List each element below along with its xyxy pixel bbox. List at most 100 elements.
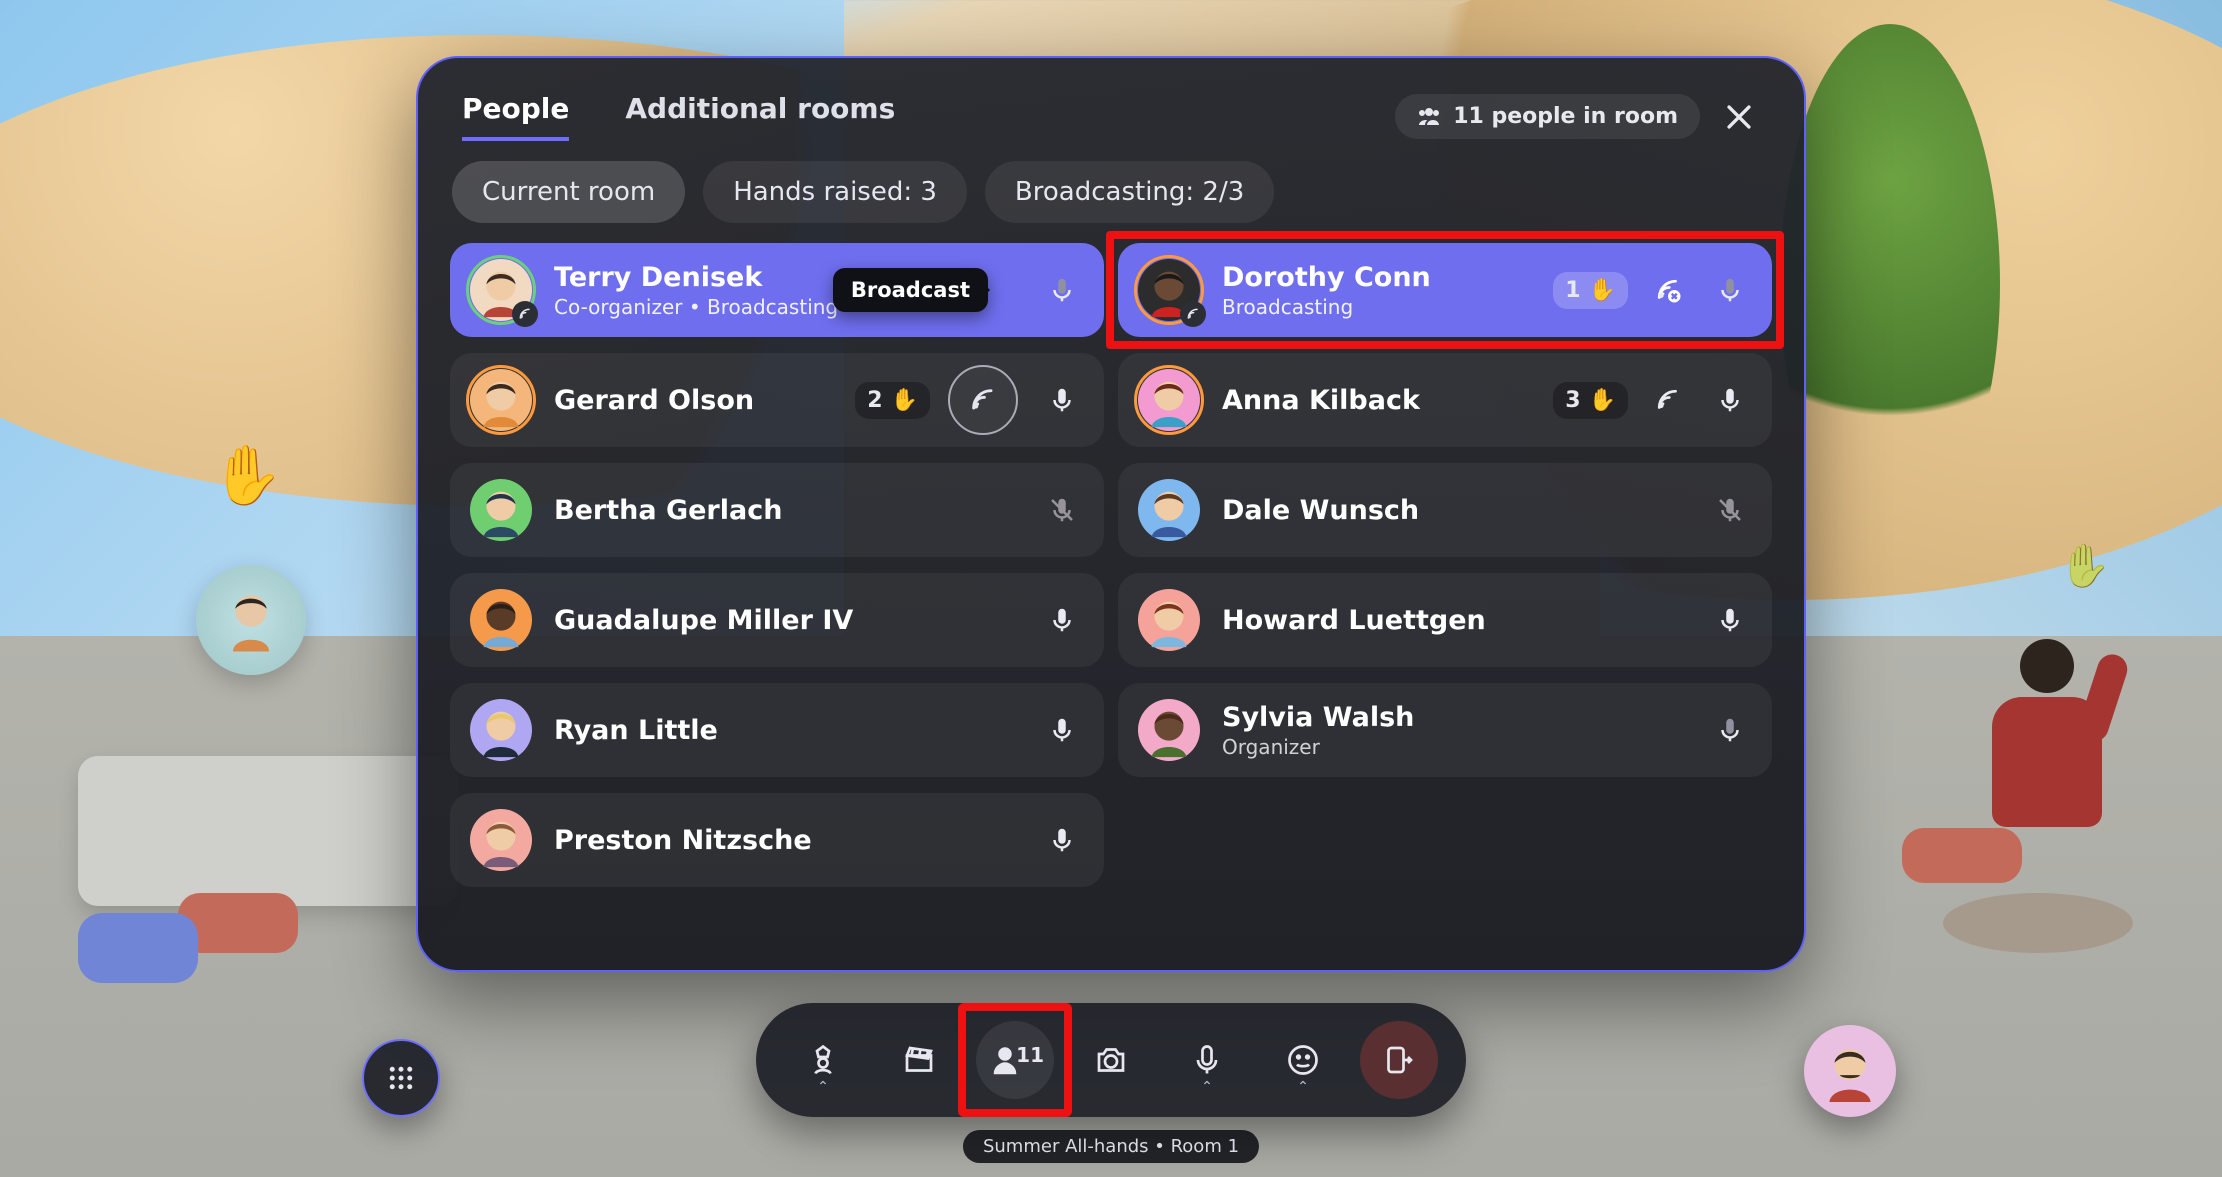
camera-button[interactable] xyxy=(1072,1021,1150,1099)
participant-actions xyxy=(1708,708,1752,752)
participant-actions xyxy=(1040,598,1084,642)
people-button[interactable]: 11 xyxy=(976,1021,1054,1099)
clapperboard-icon xyxy=(901,1042,937,1078)
participant-name: Anna Kilback xyxy=(1222,385,1420,416)
participant-actions xyxy=(1040,488,1084,532)
avatar xyxy=(1138,589,1200,651)
participant-subtitle: Broadcasting xyxy=(1222,295,1431,319)
participant-name: Terry Denisek xyxy=(554,262,838,293)
broadcast-icon[interactable] xyxy=(1646,378,1690,422)
participant-name: Sylvia Walsh xyxy=(1222,702,1414,733)
avatar xyxy=(470,479,532,541)
people-count-pill[interactable]: 11 people in room xyxy=(1395,94,1700,139)
tab-additional-rooms[interactable]: Additional rooms xyxy=(625,92,895,141)
participant-card[interactable]: Bertha Gerlach xyxy=(450,463,1104,557)
grid-icon xyxy=(386,1063,416,1093)
close-icon xyxy=(1722,100,1756,134)
participant-info: Dorothy Conn Broadcasting xyxy=(1222,262,1431,319)
participant-actions xyxy=(1040,708,1084,752)
participant-card[interactable]: Ryan Little xyxy=(450,683,1104,777)
participant-info: Preston Nitzsche xyxy=(554,825,812,856)
mic-icon[interactable] xyxy=(1040,268,1084,312)
participant-info: Gerard Olson xyxy=(554,385,754,416)
mic-icon xyxy=(1189,1042,1225,1078)
participant-info: Sylvia Walsh Organizer xyxy=(1222,702,1414,759)
participant-info: Guadalupe Miller IV xyxy=(554,605,853,636)
participant-name: Dale Wunsch xyxy=(1222,495,1419,526)
filter-chip[interactable]: Broadcasting: 2/3 xyxy=(985,161,1274,223)
filter-chip[interactable]: Current room xyxy=(452,161,685,223)
participant-name: Dorothy Conn xyxy=(1222,262,1431,293)
leave-button[interactable] xyxy=(1360,1021,1438,1099)
avatar xyxy=(1138,699,1200,761)
mic-icon[interactable] xyxy=(1040,818,1084,862)
participant-actions: 2✋ xyxy=(855,365,1084,435)
participant-actions: 1✋ xyxy=(1553,268,1752,312)
participant-card[interactable]: Howard Luettgen xyxy=(1118,573,1772,667)
participant-name: Ryan Little xyxy=(554,715,718,746)
chevron-up-icon: ⌃ xyxy=(1297,1079,1309,1095)
mic-icon[interactable] xyxy=(1708,708,1752,752)
avatar xyxy=(470,699,532,761)
avatar xyxy=(470,369,532,431)
mic-icon[interactable] xyxy=(1040,708,1084,752)
mic-icon[interactable] xyxy=(1708,598,1752,642)
participant-actions xyxy=(1040,818,1084,862)
participants-grid: Terry Denisek Co-organizer • Broadcastin… xyxy=(444,243,1778,887)
self-avatar-button[interactable] xyxy=(1804,1025,1896,1117)
profile-icon xyxy=(805,1042,841,1078)
filter-chip[interactable]: Hands raised: 3 xyxy=(703,161,967,223)
broadcast-stop-icon[interactable] xyxy=(1646,268,1690,312)
participant-card[interactable]: Anna Kilback 3✋ xyxy=(1118,353,1772,447)
avatar-icon xyxy=(1817,1038,1883,1104)
apps-button[interactable] xyxy=(362,1039,440,1117)
avatar xyxy=(470,589,532,651)
people-icon xyxy=(1417,105,1441,129)
clapperboard-button[interactable] xyxy=(880,1021,958,1099)
avatar xyxy=(1138,369,1200,431)
hand-order-pill: 3✋ xyxy=(1553,382,1628,419)
participant-subtitle: Organizer xyxy=(1222,735,1414,759)
participant-name: Howard Luettgen xyxy=(1222,605,1486,636)
panel-tabs: People Additional rooms xyxy=(462,92,895,141)
reactions-button[interactable]: ⌃ xyxy=(1264,1021,1342,1099)
camera-icon xyxy=(1093,1042,1129,1078)
people-button-count: 11 xyxy=(1016,1043,1044,1067)
participant-info: Howard Luettgen xyxy=(1222,605,1486,636)
remote-avatar-bubble[interactable] xyxy=(196,565,306,675)
smile-icon xyxy=(1285,1042,1321,1078)
mic-muted-icon[interactable] xyxy=(1040,488,1084,532)
tab-people[interactable]: People xyxy=(462,92,569,141)
participant-card[interactable]: Terry Denisek Co-organizer • Broadcastin… xyxy=(450,243,1104,337)
broadcast-tooltip: Broadcast xyxy=(833,268,988,312)
panel-header: People Additional rooms 11 people in roo… xyxy=(444,92,1778,141)
mic-icon[interactable] xyxy=(1708,378,1752,422)
room-name-pill: Summer All-hands • Room 1 xyxy=(963,1130,1259,1163)
participant-card[interactable]: Dale Wunsch xyxy=(1118,463,1772,557)
remote-avatar-standing xyxy=(1972,639,2122,859)
participant-actions: 3✋ xyxy=(1553,378,1752,422)
mic-icon[interactable] xyxy=(1040,598,1084,642)
participant-card[interactable]: Preston Nitzsche xyxy=(450,793,1104,887)
participant-card[interactable]: Guadalupe Miller IV xyxy=(450,573,1104,667)
participant-name: Bertha Gerlach xyxy=(554,495,782,526)
avatar xyxy=(470,259,532,321)
raised-hand-icon: ✋ xyxy=(2059,541,2111,591)
people-count-label: 11 people in room xyxy=(1453,104,1678,129)
participant-card[interactable]: Gerard Olson 2✋ xyxy=(450,353,1104,447)
leave-icon xyxy=(1381,1042,1417,1078)
participant-name: Guadalupe Miller IV xyxy=(554,605,853,636)
mic-icon[interactable] xyxy=(1040,378,1084,422)
people-panel: People Additional rooms 11 people in roo… xyxy=(416,56,1806,972)
participant-info: Ryan Little xyxy=(554,715,718,746)
mic-icon[interactable] xyxy=(1708,268,1752,312)
mic-muted-icon[interactable] xyxy=(1708,488,1752,532)
profile-button[interactable]: ⌃ xyxy=(784,1021,862,1099)
broadcast-toggle[interactable] xyxy=(948,365,1018,435)
participant-card[interactable]: Dorothy Conn Broadcasting 1✋ xyxy=(1118,243,1772,337)
mic-button[interactable]: ⌃ xyxy=(1168,1021,1246,1099)
participant-info: Terry Denisek Co-organizer • Broadcastin… xyxy=(554,262,838,319)
raised-hand-icon: ✋ xyxy=(211,441,283,510)
participant-card[interactable]: Sylvia Walsh Organizer xyxy=(1118,683,1772,777)
close-button[interactable] xyxy=(1718,96,1760,138)
